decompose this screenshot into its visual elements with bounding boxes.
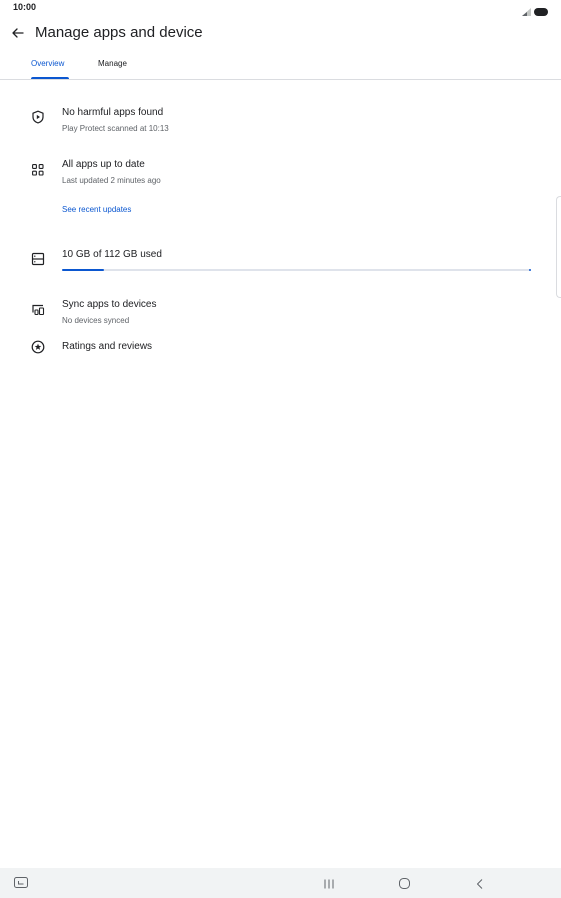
see-recent-updates-link[interactable]: See recent updates [62,205,131,214]
storage-progress-fill [62,269,104,271]
battery-icon [534,3,549,21]
recent-apps-icon[interactable] [323,877,335,895]
tab-manage[interactable]: Manage [98,59,127,68]
storage-progress-bar [62,269,530,271]
back-button[interactable] [8,24,28,42]
ratings-title: Ratings and reviews [62,341,153,352]
tab-overview[interactable]: Overview [31,59,64,68]
keyboard-icon[interactable] [13,876,29,895]
protect-title: No harmful apps found [62,107,164,118]
play-protect-icon [31,110,45,124]
back-icon[interactable] [474,877,486,895]
updates-subtitle: Last updated 2 minutes ago [62,176,161,185]
apps-grid-icon [31,163,45,177]
manage-apps-screen: 10:00 Manage apps and device Overview Ma… [0,0,561,898]
system-nav-bar [0,868,561,898]
arrow-back-icon [12,28,24,38]
storage-progress-end [529,269,531,271]
star-circle-icon [31,340,45,354]
sync-title: Sync apps to devices [62,299,157,310]
devices-icon [31,302,45,316]
page-title: Manage apps and device [35,24,203,41]
protect-subtitle: Play Protect scanned at 10:13 [62,124,169,133]
home-icon[interactable] [398,877,411,895]
signal-icon [522,3,531,21]
side-panel-handle[interactable] [556,196,561,298]
storage-title: 10 GB of 112 GB used [62,249,162,260]
status-bar: 10:00 [0,0,561,16]
storage-icon [31,252,45,266]
updates-title: All apps up to date [62,159,145,170]
status-time: 10:00 [13,2,37,12]
sync-subtitle: No devices synced [62,316,130,325]
tabs-divider [0,79,561,80]
